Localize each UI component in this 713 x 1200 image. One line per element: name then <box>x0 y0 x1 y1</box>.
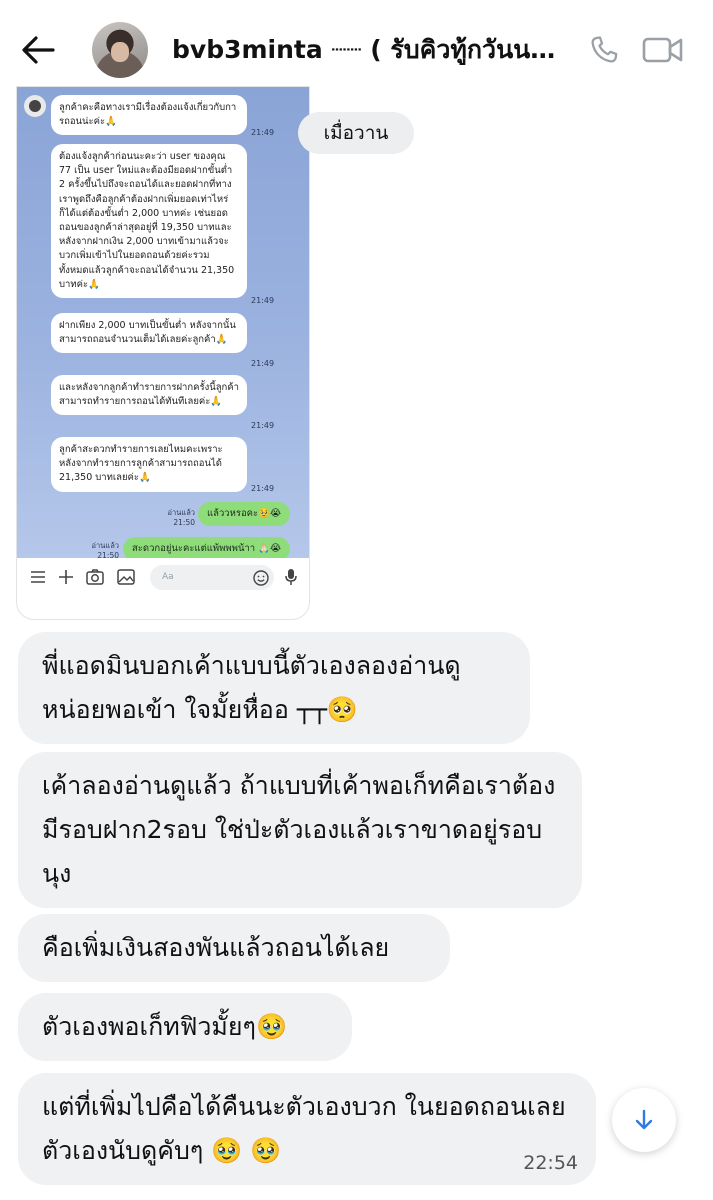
video-call-button[interactable] <box>640 30 686 70</box>
message-bubble[interactable]: พี่แอดมินบอกเค้าแบบนี้ตัวเองลองอ่านดูหน่… <box>18 632 530 744</box>
message-text: พี่แอดมินบอกเค้าแบบนี้ตัวเองลองอ่านดูหน่… <box>42 651 461 724</box>
screenshot-incoming-bubble: ลูกค้าคะคือทางเรามีเรื่องต้องแจ้งเกี่ยวก… <box>51 95 247 136</box>
message-bubble[interactable]: ตัวเองพอเก็ทฟิวมั้ยๆ🥹 <box>18 993 352 1061</box>
image-icon <box>115 566 137 588</box>
camera-icon <box>84 566 106 588</box>
screenshot-incoming-bubble: ต้องแจ้งลูกค้าก่อนนะคะว่า user ของคุณ 77… <box>51 144 247 299</box>
back-button[interactable] <box>18 30 58 70</box>
microphone-icon <box>280 566 302 588</box>
video-camera-icon <box>642 37 683 63</box>
screenshot-chat-area: ลูกค้าคะคือทางเรามีเรื่องต้องแจ้งเกี่ยวก… <box>17 87 309 561</box>
chat-header: bvb3minta ┈┈ ( รับคิวทู้กวันน )… <box>0 0 713 100</box>
message-bubble[interactable]: แต่ที่เพิ่มไปคือได้คืนนะตัวเองบวก ในยอดถ… <box>18 1073 596 1185</box>
message-text: แต่ที่เพิ่มไปคือได้คืนนะตัวเองบวก ในยอดถ… <box>42 1092 566 1165</box>
message-bubble[interactable]: เค้าลองอ่านดูแล้ว ถ้าแบบที่เค้าพอเก็ทคือ… <box>18 752 582 908</box>
message-text: ตัวเองพอเก็ทฟิวมั้ยๆ🥹 <box>42 1012 288 1041</box>
screenshot-incoming-bubble: ฝากเพียง 2,000 บาทเป็นขั้นต่ำ หลังจากนั้… <box>51 313 247 354</box>
message-text: คือเพิ่มเงินสองพันแล้วถอนได้เลย <box>42 933 390 962</box>
scroll-to-bottom-button[interactable] <box>612 1088 676 1152</box>
emoji-icon <box>250 567 272 589</box>
message-timestamp: 22:54 <box>523 1152 578 1174</box>
menu-icon <box>27 566 49 588</box>
avatar[interactable] <box>92 22 148 78</box>
conversation-title[interactable]: bvb3minta ┈┈ ( รับคิวทู้กวันน )… <box>172 30 562 70</box>
phone-icon <box>591 36 618 63</box>
screenshot-time: 21:49 <box>251 421 275 430</box>
shared-screenshot[interactable]: ลูกค้าคะคือทางเรามีเรื่องต้องแจ้งเกี่ยวก… <box>16 86 310 620</box>
plus-icon <box>55 566 77 588</box>
message-bubble[interactable]: คือเพิ่มเงินสองพันแล้วถอนได้เลย <box>18 914 450 982</box>
screenshot-time: 21:49 <box>251 359 275 368</box>
screenshot-read-receipt: อ่านแล้ว 21:50 <box>167 508 195 527</box>
date-divider: เมื่อวาน <box>298 112 414 154</box>
call-button[interactable] <box>584 30 624 70</box>
screenshot-outgoing-bubble: แล้ววหรอคะ🥹😭 <box>198 502 291 526</box>
shop-avatar <box>24 95 46 117</box>
arrow-down-icon <box>635 1109 653 1130</box>
screenshot-time: 21:49 <box>251 296 275 305</box>
screenshot-input-bar: Aa <box>17 558 309 598</box>
back-arrow-icon <box>22 36 55 64</box>
message-text: เค้าลองอ่านดูแล้ว ถ้าแบบที่เค้าพอเก็ทคือ… <box>42 771 556 888</box>
screenshot-time: 21:49 <box>251 484 275 493</box>
screenshot-incoming-bubble: ลูกค้าสะดวกทำรายการเลยไหมคะเพราะหลังจากท… <box>51 437 247 492</box>
screenshot-time: 21:49 <box>251 128 275 137</box>
screenshot-incoming-bubble: และหลังจากลูกค้าทำรายการฝากครั้งนี้ลูกค้… <box>51 375 247 416</box>
